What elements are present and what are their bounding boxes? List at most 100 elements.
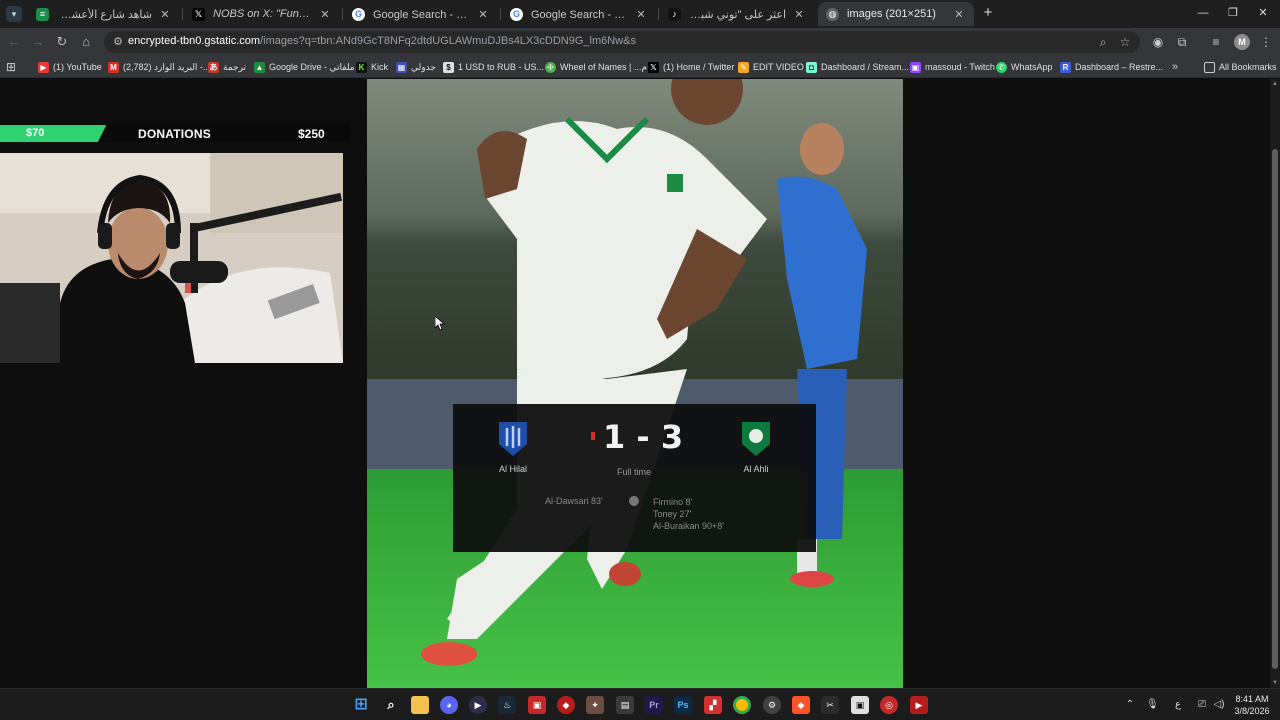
twitch-icon: ▣ (910, 61, 921, 73)
back-button[interactable]: ← (6, 34, 22, 50)
bookmark-twitter[interactable]: 𝕏 (1) Home / Twitter (648, 59, 734, 75)
close-window-button[interactable]: ✕ (1255, 5, 1271, 21)
recording-app-icon[interactable]: ◎ (880, 696, 898, 714)
tab-close-icon[interactable]: ✕ (158, 8, 172, 21)
premiere-icon[interactable]: Pr (645, 696, 663, 714)
language-indicator[interactable]: ع (1172, 698, 1184, 712)
bookmark-gmail[interactable]: M (2,782) البريد الوارد -... (108, 59, 210, 75)
gaming-app-icon[interactable]: ◆ (557, 696, 575, 714)
streamlabs-icon: ◘ (806, 61, 817, 73)
bookmark-star-icon[interactable]: ☆ (1118, 35, 1132, 49)
x-icon: 𝕏 (192, 7, 205, 21)
drive-icon: ▲ (254, 61, 265, 73)
profile-avatar[interactable]: M (1234, 34, 1250, 50)
kick-icon: K (356, 61, 367, 73)
tab-close-icon[interactable]: ✕ (476, 8, 490, 21)
site-info-icon[interactable]: ⚙ (111, 35, 125, 49)
bookmark-label: All Bookmarks (1219, 62, 1277, 72)
xbox-app-icon[interactable]: ▤ (616, 696, 634, 714)
tab-4[interactable]: G Google Search - هل هبط الشباب ✕ (502, 2, 656, 26)
tiktok-icon: ♪ (668, 7, 681, 21)
windows-start-icon[interactable]: ⊞ (352, 696, 370, 714)
reload-button[interactable]: ↻ (54, 34, 70, 50)
bookmark-currency[interactable]: $1 USD to RUB - US... (443, 59, 544, 75)
bookmark-label: Wheel of Names | ...م (560, 61, 647, 72)
bookmark-translate[interactable]: あ ترجمة (208, 59, 246, 75)
media-controls-icon[interactable]: ≡ (1208, 34, 1224, 50)
x-icon: 𝕏 (648, 61, 659, 73)
scroll-down-arrow-icon[interactable]: ▼ (1270, 678, 1280, 688)
tray-overflow-icon[interactable]: ⌃ (1124, 698, 1136, 712)
minimize-button[interactable]: — (1195, 5, 1211, 21)
discord-icon[interactable]: ◕ (440, 696, 458, 714)
search-icon[interactable]: ⌕ (382, 696, 400, 714)
bookmark-whatsapp[interactable]: ✆ WhatsApp (996, 59, 1053, 75)
bookmark-restream[interactable]: R Dashboard – Restre... (1060, 59, 1163, 75)
bookmark-streamlabs[interactable]: ◘ Dashboard / Stream... (806, 59, 909, 75)
gmail-icon: M (108, 61, 119, 73)
url-path: /images?q=tbn:ANd9GcT8NFq2dtdUGLAWmuDJBs… (260, 35, 636, 47)
new-tab-button[interactable]: + (980, 5, 996, 21)
bookmark-label: Kick (371, 62, 389, 72)
bookmark-label: Google Drive - ملفاتي (269, 61, 355, 72)
donation-bar-fill (0, 125, 107, 142)
media-player-icon[interactable]: ▶ (469, 696, 487, 714)
zoom-icon[interactable]: ⌕ (1096, 35, 1110, 49)
app-red-icon[interactable]: ▣ (528, 696, 546, 714)
bookmark-edit-video[interactable]: ✎ EDIT VIDEO (738, 59, 804, 75)
streaming-app-icon[interactable]: ▶ (910, 696, 928, 714)
settings-gear-icon[interactable]: ⚙ (763, 696, 781, 714)
network-icon[interactable]: ⎚ (1196, 698, 1208, 712)
tab-close-icon[interactable]: ✕ (792, 8, 806, 21)
bookmark-wheel[interactable]: ✣ Wheel of Names | ...م (545, 59, 647, 75)
bookmark-drive[interactable]: ▲ Google Drive - ملفاتي (254, 59, 355, 75)
tab-search-button[interactable]: ▾ (6, 6, 22, 22)
volume-icon[interactable]: ◁) (1213, 698, 1225, 712)
google-icon: G (352, 7, 365, 21)
bookmark-twitch[interactable]: ▣ massoud - Twitch (910, 59, 995, 75)
tab-6-active[interactable]: ◍ images (201×251) ✕ (818, 2, 974, 26)
address-url[interactable]: encrypted-tbn0.gstatic.com/images?q=tbn:… (128, 35, 636, 47)
file-explorer-icon[interactable] (411, 696, 429, 714)
tab-1[interactable]: ≡ شاهد شارع الأعشى - الموسم 2 / ✕ (28, 2, 180, 26)
extension-icon[interactable]: ◉ (1150, 34, 1166, 50)
system-clock[interactable]: 8:41 AM 3/8/2026 (1232, 693, 1272, 717)
tab-close-icon[interactable]: ✕ (634, 8, 648, 21)
game-launcher-icon[interactable]: ✦ (586, 696, 604, 714)
scrollbar-thumb[interactable] (1272, 149, 1278, 669)
bookmark-kick[interactable]: K Kick (356, 59, 388, 75)
microphone-icon[interactable]: 🎙 (1146, 698, 1159, 712)
apps-grid-icon[interactable]: ⊞ (6, 59, 16, 75)
al-ahli-crest-icon (742, 422, 770, 456)
match-image[interactable]: Al Hilal 1 - 3 Full time Al Ahli Al-Daws… (367, 79, 903, 688)
address-bar[interactable]: ⚙ encrypted-tbn0.gstatic.com/images?q=tb… (104, 31, 1140, 53)
photoshop-icon[interactable]: Ps (674, 696, 692, 714)
tab-3[interactable]: G Google Search - حلاقة رونالدو ✕ (344, 2, 498, 26)
tab-close-icon[interactable]: ✕ (318, 8, 332, 21)
bookmark-label: Dashboard – Restre... (1075, 62, 1164, 72)
currency-icon: $ (443, 61, 454, 73)
page-content: $70 DONATIONS $250 Al Hilal 1 - 3 Full t… (0, 79, 1270, 688)
chrome-icon[interactable] (733, 696, 751, 714)
bookmarks-overflow-icon[interactable]: » (1172, 59, 1178, 75)
home-button[interactable]: ⌂ (78, 34, 94, 50)
scroll-up-arrow-icon[interactable]: ▲ (1270, 79, 1280, 89)
capcut-icon[interactable]: ▞ (704, 696, 722, 714)
forward-button[interactable]: → (30, 34, 46, 50)
restore-button[interactable]: ❐ (1225, 5, 1241, 21)
tab-close-icon[interactable]: ✕ (952, 8, 966, 21)
obs-app-icon[interactable]: ▣ (851, 696, 869, 714)
tab-2[interactable]: 𝕏 NOBS on X: "Funny how life w ✕ (184, 2, 340, 26)
all-bookmarks[interactable]: All Bookmarks (1204, 59, 1277, 75)
bookmark-schedule[interactable]: ▦ جدولي (396, 59, 436, 75)
page-scrollbar[interactable]: ▲ ▼ (1270, 79, 1280, 688)
brave-icon[interactable]: ◆ (792, 696, 810, 714)
tab-5[interactable]: ♪ اعثر على "توني شبة نار" على TikTok ✕ (660, 2, 814, 26)
capture-app-icon[interactable]: ✂ (821, 696, 839, 714)
tab-strip: ▾ ≡ شاهد شارع الأعشى - الموسم 2 / ✕ 𝕏 NO… (0, 0, 1280, 28)
steam-icon[interactable]: ♨ (498, 696, 516, 714)
bookmark-youtube[interactable]: ▶ (1) YouTube (38, 59, 102, 75)
menu-kebab-icon[interactable]: ⋮ (1258, 34, 1274, 50)
extensions-puzzle-icon[interactable]: ⧉ (1174, 34, 1190, 50)
mouse-cursor-icon (435, 316, 445, 331)
